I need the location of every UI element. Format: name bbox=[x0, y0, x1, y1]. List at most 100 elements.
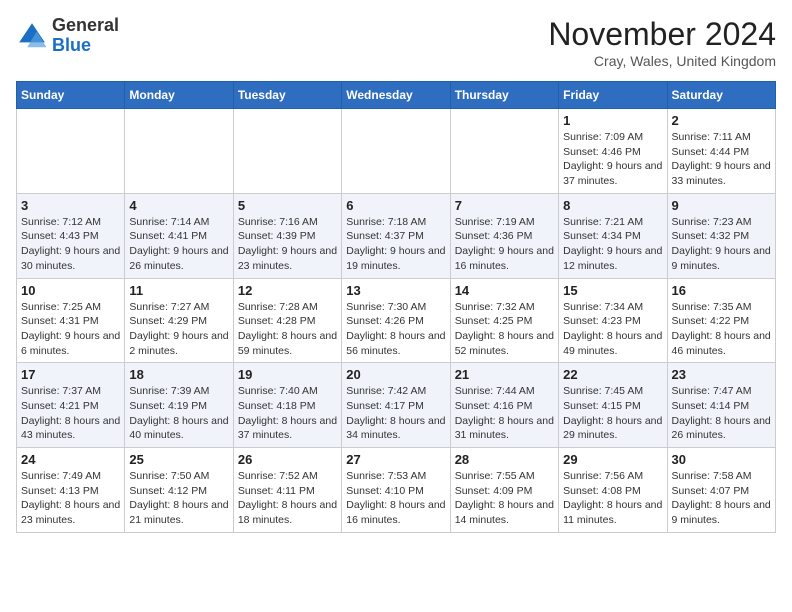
day-info: Sunrise: 7:30 AM Sunset: 4:26 PM Dayligh… bbox=[346, 300, 445, 359]
calendar-cell: 5 Sunrise: 7:16 AM Sunset: 4:39 PM Daylig… bbox=[233, 193, 341, 278]
day-info: Sunrise: 7:37 AM Sunset: 4:21 PM Dayligh… bbox=[21, 384, 120, 443]
day-number: 6 bbox=[346, 198, 445, 213]
day-info: Sunrise: 7:56 AM Sunset: 4:08 PM Dayligh… bbox=[563, 469, 662, 528]
calendar-cell: 24Sunrise: 7:49 AM Sunset: 4:13 PM Dayli… bbox=[17, 448, 125, 533]
header-wednesday: Wednesday bbox=[342, 82, 450, 109]
day-number: 28 bbox=[455, 452, 554, 467]
day-info: Sunrise: 7:42 AM Sunset: 4:17 PM Dayligh… bbox=[346, 384, 445, 443]
day-info: Sunrise: 7:49 AM Sunset: 4:13 PM Dayligh… bbox=[21, 469, 120, 528]
day-number: 3 bbox=[21, 198, 120, 213]
header-sunday: Sunday bbox=[17, 82, 125, 109]
calendar-cell bbox=[233, 109, 341, 194]
logo: General Blue bbox=[16, 16, 119, 56]
logo-icon bbox=[16, 20, 48, 52]
day-info: Sunrise: 7:58 AM Sunset: 4:07 PM Dayligh… bbox=[672, 469, 771, 528]
calendar-cell: 14 Sunrise: 7:32 AM Sunset: 4:25 PM Dayli… bbox=[450, 278, 558, 363]
day-info: Sunrise: 7:32 AM Sunset: 4:25 PM Dayligh… bbox=[455, 300, 554, 359]
day-number: 30 bbox=[672, 452, 771, 467]
day-info: Sunrise: 7:45 AM Sunset: 4:15 PM Dayligh… bbox=[563, 384, 662, 443]
header-friday: Friday bbox=[559, 82, 667, 109]
logo-text: General Blue bbox=[52, 16, 119, 56]
header: General Blue November 2024 Cray, Wales, … bbox=[16, 16, 776, 69]
day-info: Sunrise: 7:53 AM Sunset: 4:10 PM Dayligh… bbox=[346, 469, 445, 528]
calendar-cell bbox=[342, 109, 450, 194]
day-info: Sunrise: 7:25 AM Sunset: 4:31 PM Dayligh… bbox=[21, 300, 120, 359]
day-number: 16 bbox=[672, 283, 771, 298]
day-info: Sunrise: 7:35 AM Sunset: 4:22 PM Dayligh… bbox=[672, 300, 771, 359]
day-info: Sunrise: 7:52 AM Sunset: 4:11 PM Dayligh… bbox=[238, 469, 337, 528]
day-info: Sunrise: 7:23 AM Sunset: 4:32 PM Dayligh… bbox=[672, 215, 771, 274]
day-number: 14 bbox=[455, 283, 554, 298]
day-info: Sunrise: 7:47 AM Sunset: 4:14 PM Dayligh… bbox=[672, 384, 771, 443]
day-info: Sunrise: 7:18 AM Sunset: 4:37 PM Dayligh… bbox=[346, 215, 445, 274]
day-info: Sunrise: 7:19 AM Sunset: 4:36 PM Dayligh… bbox=[455, 215, 554, 274]
location: Cray, Wales, United Kingdom bbox=[548, 53, 776, 69]
day-number: 22 bbox=[563, 367, 662, 382]
day-number: 1 bbox=[563, 113, 662, 128]
calendar-cell: 9 Sunrise: 7:23 AM Sunset: 4:32 PM Daylig… bbox=[667, 193, 775, 278]
calendar-cell: 30 Sunrise: 7:58 AM Sunset: 4:07 PM Dayli… bbox=[667, 448, 775, 533]
calendar-week-1: 1 Sunrise: 7:09 AM Sunset: 4:46 PM Daylig… bbox=[17, 109, 776, 194]
day-info: Sunrise: 7:44 AM Sunset: 4:16 PM Dayligh… bbox=[455, 384, 554, 443]
day-info: Sunrise: 7:21 AM Sunset: 4:34 PM Dayligh… bbox=[563, 215, 662, 274]
day-number: 11 bbox=[129, 283, 228, 298]
day-number: 4 bbox=[129, 198, 228, 213]
day-info: Sunrise: 7:14 AM Sunset: 4:41 PM Dayligh… bbox=[129, 215, 228, 274]
calendar-cell: 29 Sunrise: 7:56 AM Sunset: 4:08 PM Dayli… bbox=[559, 448, 667, 533]
day-number: 13 bbox=[346, 283, 445, 298]
day-number: 10 bbox=[21, 283, 120, 298]
day-number: 5 bbox=[238, 198, 337, 213]
day-info: Sunrise: 7:39 AM Sunset: 4:19 PM Dayligh… bbox=[129, 384, 228, 443]
month-title: November 2024 bbox=[548, 16, 776, 53]
day-info: Sunrise: 7:09 AM Sunset: 4:46 PM Dayligh… bbox=[563, 130, 662, 189]
calendar-cell: 16 Sunrise: 7:35 AM Sunset: 4:22 PM Dayli… bbox=[667, 278, 775, 363]
day-info: Sunrise: 7:55 AM Sunset: 4:09 PM Dayligh… bbox=[455, 469, 554, 528]
day-number: 29 bbox=[563, 452, 662, 467]
calendar-week-4: 17Sunrise: 7:37 AM Sunset: 4:21 PM Dayli… bbox=[17, 363, 776, 448]
day-number: 21 bbox=[455, 367, 554, 382]
calendar-week-2: 3 Sunrise: 7:12 AM Sunset: 4:43 PM Daylig… bbox=[17, 193, 776, 278]
calendar-cell: 21 Sunrise: 7:44 AM Sunset: 4:16 PM Dayli… bbox=[450, 363, 558, 448]
day-number: 18 bbox=[129, 367, 228, 382]
calendar-cell: 15 Sunrise: 7:34 AM Sunset: 4:23 PM Dayli… bbox=[559, 278, 667, 363]
day-number: 7 bbox=[455, 198, 554, 213]
header-saturday: Saturday bbox=[667, 82, 775, 109]
day-number: 20 bbox=[346, 367, 445, 382]
calendar-cell bbox=[125, 109, 233, 194]
calendar-cell: 26 Sunrise: 7:52 AM Sunset: 4:11 PM Dayli… bbox=[233, 448, 341, 533]
calendar-cell: 2Sunrise: 7:11 AM Sunset: 4:44 PM Daylig… bbox=[667, 109, 775, 194]
calendar-week-5: 24Sunrise: 7:49 AM Sunset: 4:13 PM Dayli… bbox=[17, 448, 776, 533]
calendar-cell: 20 Sunrise: 7:42 AM Sunset: 4:17 PM Dayli… bbox=[342, 363, 450, 448]
calendar-cell: 25 Sunrise: 7:50 AM Sunset: 4:12 PM Dayli… bbox=[125, 448, 233, 533]
calendar-cell: 6 Sunrise: 7:18 AM Sunset: 4:37 PM Daylig… bbox=[342, 193, 450, 278]
day-info: Sunrise: 7:12 AM Sunset: 4:43 PM Dayligh… bbox=[21, 215, 120, 274]
calendar-cell: 13 Sunrise: 7:30 AM Sunset: 4:26 PM Dayli… bbox=[342, 278, 450, 363]
day-info: Sunrise: 7:28 AM Sunset: 4:28 PM Dayligh… bbox=[238, 300, 337, 359]
calendar-cell: 18 Sunrise: 7:39 AM Sunset: 4:19 PM Dayli… bbox=[125, 363, 233, 448]
day-number: 25 bbox=[129, 452, 228, 467]
calendar-cell: 7 Sunrise: 7:19 AM Sunset: 4:36 PM Daylig… bbox=[450, 193, 558, 278]
day-info: Sunrise: 7:50 AM Sunset: 4:12 PM Dayligh… bbox=[129, 469, 228, 528]
calendar-cell: 3 Sunrise: 7:12 AM Sunset: 4:43 PM Daylig… bbox=[17, 193, 125, 278]
day-info: Sunrise: 7:40 AM Sunset: 4:18 PM Dayligh… bbox=[238, 384, 337, 443]
day-info: Sunrise: 7:16 AM Sunset: 4:39 PM Dayligh… bbox=[238, 215, 337, 274]
day-number: 15 bbox=[563, 283, 662, 298]
calendar-header-row: SundayMondayTuesdayWednesdayThursdayFrid… bbox=[17, 82, 776, 109]
day-number: 9 bbox=[672, 198, 771, 213]
calendar-week-3: 10 Sunrise: 7:25 AM Sunset: 4:31 PM Dayli… bbox=[17, 278, 776, 363]
day-number: 2 bbox=[672, 113, 771, 128]
calendar-cell bbox=[17, 109, 125, 194]
calendar-cell: 28 Sunrise: 7:55 AM Sunset: 4:09 PM Dayli… bbox=[450, 448, 558, 533]
day-info: Sunrise: 7:34 AM Sunset: 4:23 PM Dayligh… bbox=[563, 300, 662, 359]
calendar: SundayMondayTuesdayWednesdayThursdayFrid… bbox=[16, 81, 776, 533]
day-number: 26 bbox=[238, 452, 337, 467]
calendar-cell: 19 Sunrise: 7:40 AM Sunset: 4:18 PM Dayli… bbox=[233, 363, 341, 448]
calendar-cell: 4 Sunrise: 7:14 AM Sunset: 4:41 PM Daylig… bbox=[125, 193, 233, 278]
calendar-cell: 8Sunrise: 7:21 AM Sunset: 4:34 PM Daylig… bbox=[559, 193, 667, 278]
calendar-cell: 17Sunrise: 7:37 AM Sunset: 4:21 PM Dayli… bbox=[17, 363, 125, 448]
calendar-cell: 27Sunrise: 7:53 AM Sunset: 4:10 PM Dayli… bbox=[342, 448, 450, 533]
calendar-cell: 1 Sunrise: 7:09 AM Sunset: 4:46 PM Daylig… bbox=[559, 109, 667, 194]
calendar-cell: 11Sunrise: 7:27 AM Sunset: 4:29 PM Dayli… bbox=[125, 278, 233, 363]
day-number: 19 bbox=[238, 367, 337, 382]
calendar-cell: 12Sunrise: 7:28 AM Sunset: 4:28 PM Dayli… bbox=[233, 278, 341, 363]
